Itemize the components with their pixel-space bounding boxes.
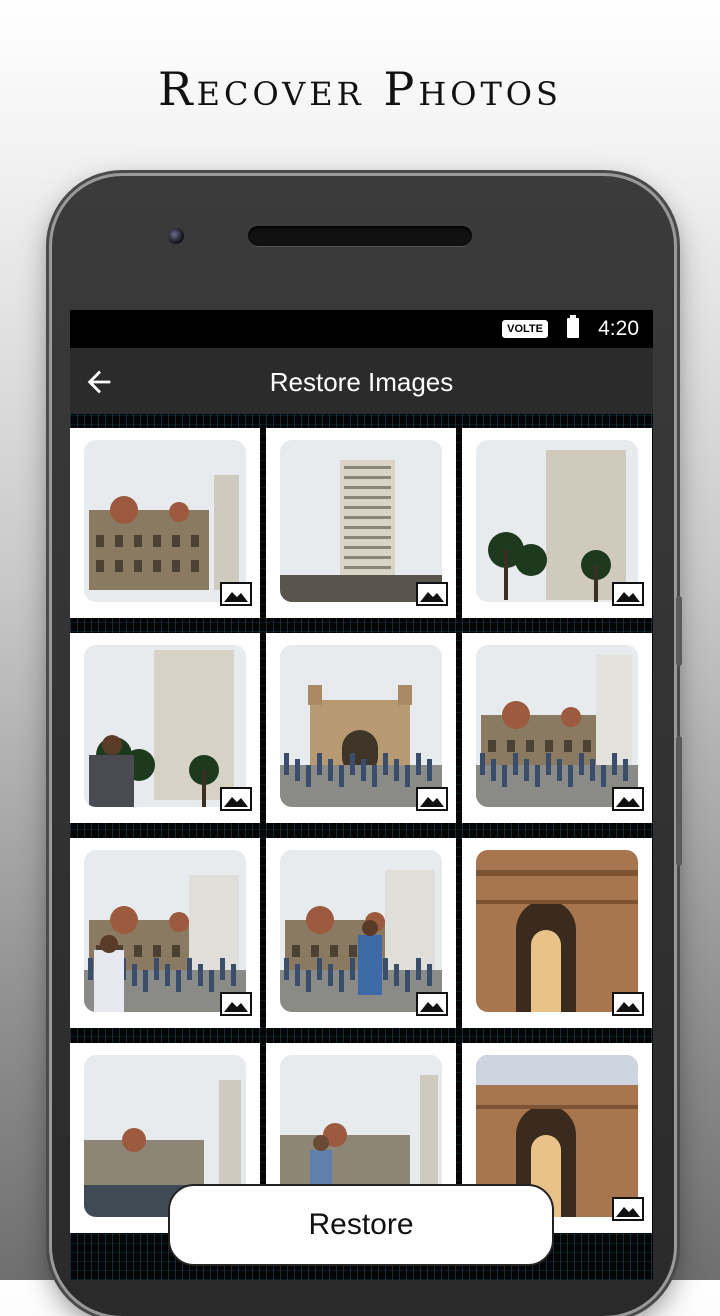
image-icon — [416, 992, 448, 1016]
recovered-photo — [84, 440, 246, 602]
gallery-tile[interactable] — [70, 838, 260, 1028]
image-icon — [612, 1197, 644, 1221]
recovered-photo — [476, 850, 638, 1012]
recovered-photo — [476, 440, 638, 602]
app-bar: Restore Images — [70, 348, 653, 414]
recovered-photo — [280, 440, 442, 602]
restore-button[interactable]: Restore — [168, 1184, 554, 1266]
front-camera — [168, 228, 184, 244]
image-icon — [612, 582, 644, 606]
image-icon — [416, 787, 448, 811]
gallery-tile[interactable] — [70, 633, 260, 823]
recovered-photo — [84, 850, 246, 1012]
gallery-tile[interactable] — [462, 633, 652, 823]
recovered-photo — [84, 645, 246, 807]
volte-badge: VOLTE — [502, 320, 548, 338]
image-icon — [612, 787, 644, 811]
gallery-tile[interactable] — [266, 428, 456, 618]
gallery-tile[interactable] — [266, 633, 456, 823]
gallery-tile[interactable] — [266, 838, 456, 1028]
status-time: 4:20 — [598, 317, 639, 340]
gallery-tile[interactable] — [462, 428, 652, 618]
recovered-photo — [280, 645, 442, 807]
promo-title: Recover Photos — [158, 62, 562, 116]
gallery-tile[interactable] — [462, 838, 652, 1028]
image-icon — [220, 992, 252, 1016]
image-icon — [612, 992, 644, 1016]
battery-icon — [567, 315, 579, 338]
image-icon — [220, 582, 252, 606]
status-bar: VOLTE 4:20 — [70, 310, 653, 348]
power-button — [676, 736, 682, 866]
image-grid — [70, 414, 653, 1280]
volume-button — [676, 596, 682, 666]
recovered-photo — [476, 645, 638, 807]
earpiece-speaker — [248, 226, 472, 246]
image-icon — [220, 787, 252, 811]
phone-screen: VOLTE 4:20 Restore Images — [70, 310, 653, 1280]
recovered-photo — [280, 850, 442, 1012]
gallery-tile[interactable] — [70, 428, 260, 618]
page-title: Restore Images — [269, 367, 454, 397]
image-icon — [416, 582, 448, 606]
